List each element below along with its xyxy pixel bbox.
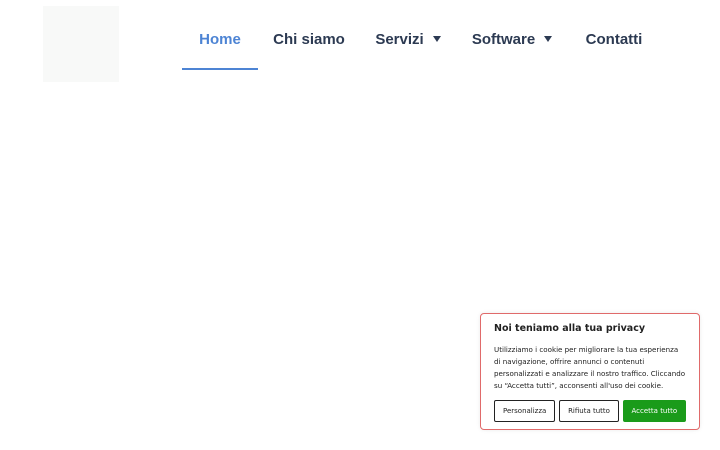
caret-down-icon bbox=[432, 36, 441, 42]
nav-item-label: Software bbox=[471, 31, 536, 48]
nav-item-home[interactable]: Home bbox=[182, 26, 258, 70]
nav-item-contatti[interactable]: Contatti bbox=[576, 26, 652, 70]
nav-item-software[interactable]: Software bbox=[464, 26, 560, 70]
caret-down-icon bbox=[544, 36, 553, 42]
nav-item-label: Servizi bbox=[375, 31, 424, 48]
cookie-consent-banner: Noi teniamo alla tua privacy Utilizziamo… bbox=[480, 313, 700, 430]
nav-item-chi-siamo[interactable]: Chi siamo bbox=[270, 26, 348, 70]
nav-item-label: Contatti bbox=[585, 31, 643, 48]
nav-item-servizi[interactable]: Servizi bbox=[368, 26, 448, 70]
reject-all-button[interactable]: Rifiuta tutto bbox=[559, 400, 619, 422]
nav-item-label: Chi siamo bbox=[273, 31, 345, 48]
cookie-banner-text: Utilizziamo i cookie per migliorare la t… bbox=[494, 345, 686, 390]
cookie-banner-actions: Personalizza Rifiuta tutto Accetta tutto bbox=[494, 400, 686, 422]
customize-button[interactable]: Personalizza bbox=[494, 400, 556, 422]
main-navigation: Home Chi siamo Servizi Software Contatti bbox=[0, 0, 720, 72]
nav-item-label: Home bbox=[199, 31, 241, 48]
cookie-banner-title: Noi teniamo alla tua privacy bbox=[494, 323, 646, 334]
accept-all-button[interactable]: Accetta tutto bbox=[622, 400, 686, 422]
